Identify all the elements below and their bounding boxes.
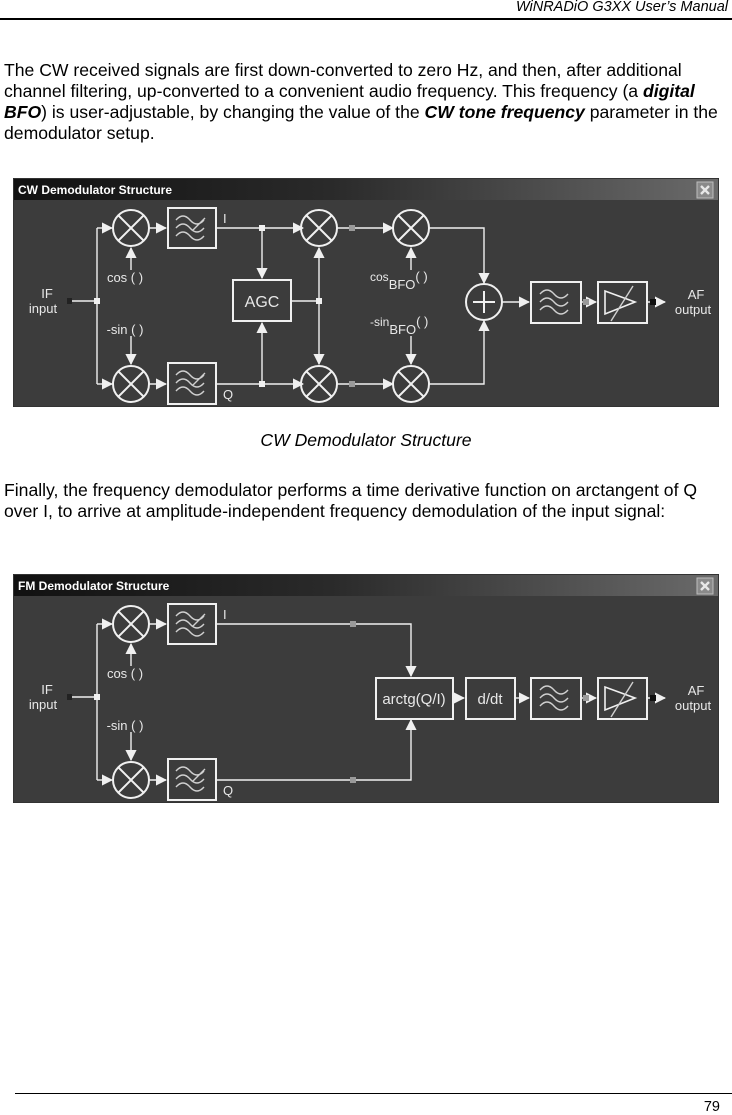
paragraph-fm: Finally, the frequency demodulator perfo… bbox=[4, 480, 698, 521]
output-label: output bbox=[675, 302, 712, 317]
i-label: I bbox=[223, 607, 227, 622]
close-icon[interactable] bbox=[696, 181, 714, 199]
footer-rule bbox=[15, 1093, 732, 1094]
q-label: Q bbox=[223, 783, 233, 798]
emphasis-cw-tone-frequency: CW tone frequency bbox=[424, 102, 585, 122]
af-label: AF bbox=[688, 683, 705, 698]
arctg-label: arctg(Q/I) bbox=[382, 691, 445, 708]
window-title: FM Demodulator Structure bbox=[18, 579, 170, 593]
text: The CW received signals are first down-c… bbox=[4, 60, 682, 101]
paragraph-cw-intro: The CW received signals are first down-c… bbox=[4, 60, 732, 144]
neg-sin-label: -sin ( ) bbox=[107, 718, 144, 733]
ddt-label: d/dt bbox=[477, 691, 503, 708]
if-label: IF bbox=[41, 286, 53, 301]
page-number: 79 bbox=[703, 1099, 720, 1115]
running-header: WiNRADiO G3XX User’s Manual bbox=[515, 0, 728, 15]
close-icon[interactable] bbox=[696, 577, 714, 595]
agc-label: AGC bbox=[245, 294, 280, 311]
window-title: CW Demodulator Structure bbox=[18, 183, 172, 197]
input-label: input bbox=[29, 301, 58, 316]
fm-demodulator-window: FM Demodulator Structure IF input cos (… bbox=[13, 574, 719, 803]
input-label: input bbox=[29, 697, 58, 712]
text: ) is user-adjustable, by changing the va… bbox=[41, 102, 425, 122]
output-label: output bbox=[675, 698, 712, 713]
neg-sin-label: -sin ( ) bbox=[107, 322, 144, 337]
af-label: AF bbox=[688, 287, 705, 302]
cos-label: cos ( ) bbox=[107, 666, 143, 681]
if-label: IF bbox=[41, 682, 53, 697]
i-label: I bbox=[223, 211, 227, 226]
cw-demodulator-window: CW Demodulator Structure IF input cos (… bbox=[13, 178, 719, 407]
cos-label: cos ( ) bbox=[107, 270, 143, 285]
q-label: Q bbox=[223, 387, 233, 402]
figure-caption-cw: CW Demodulator Structure bbox=[260, 430, 472, 450]
header-rule bbox=[0, 18, 732, 20]
